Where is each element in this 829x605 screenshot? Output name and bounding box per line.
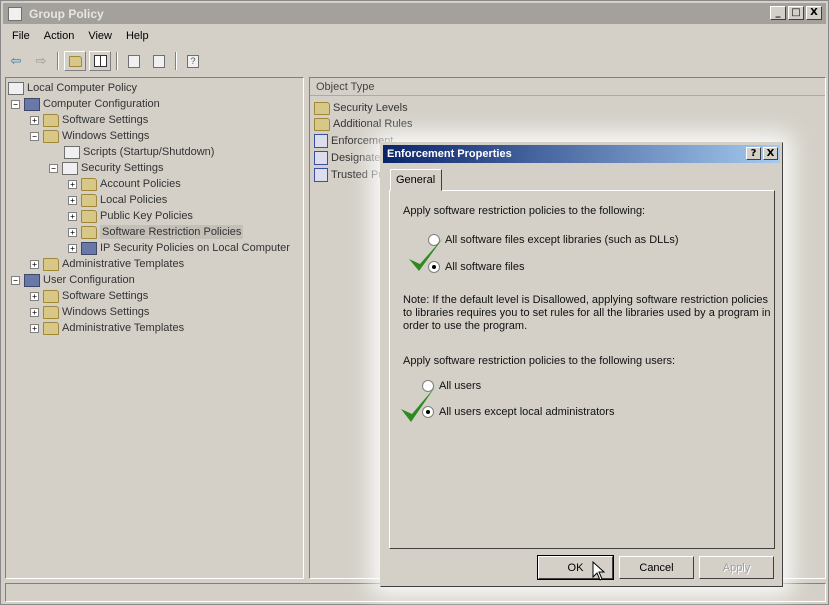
- folder-icon: [314, 117, 330, 131]
- user-icon: [24, 273, 40, 287]
- tree-item-local-policies[interactable]: + Local Policies: [68, 192, 167, 208]
- folder-icon: [81, 209, 97, 223]
- collapse-icon[interactable]: −: [11, 275, 20, 285]
- tree-item-uc-admin-templates[interactable]: + Administrative Templates: [30, 320, 184, 336]
- menu-view[interactable]: View: [81, 28, 119, 47]
- folder-icon: [43, 289, 59, 303]
- expand-icon[interactable]: +: [68, 227, 77, 237]
- collapse-icon[interactable]: −: [11, 99, 20, 109]
- dialog-help-button[interactable]: ?: [746, 147, 761, 160]
- list-item[interactable]: Trusted Pu: [314, 167, 384, 183]
- tree-item-public-key-policies[interactable]: + Public Key Policies: [68, 208, 193, 224]
- tree-item-uc-windows-settings[interactable]: + Windows Settings: [30, 304, 149, 320]
- dialog-titlebar[interactable]: Enforcement Properties ? X: [383, 145, 780, 163]
- tree-item-uc-software-settings[interactable]: + Software Settings: [30, 288, 148, 304]
- minimize-button[interactable]: _: [770, 6, 786, 20]
- green-checkmark-icon: [409, 238, 443, 271]
- mouse-cursor-icon: [592, 561, 606, 581]
- dialog-close-button[interactable]: X: [763, 147, 778, 160]
- column-header-object-type[interactable]: Object Type: [310, 78, 825, 96]
- properties-icon[interactable]: [123, 51, 145, 71]
- tree-item-cc-admin-templates[interactable]: + Administrative Templates: [30, 256, 184, 272]
- expand-icon[interactable]: +: [30, 323, 39, 333]
- cancel-button[interactable]: Cancel: [619, 556, 694, 579]
- radio-all-except-libraries[interactable]: All software files except libraries (suc…: [428, 234, 679, 246]
- section2-label: Apply software restriction policies to t…: [403, 355, 676, 367]
- tree-item-computer-config[interactable]: − Computer Configuration: [11, 96, 160, 112]
- menu-bar: File Action View Help: [5, 28, 156, 47]
- dialog-title: Enforcement Properties: [387, 148, 512, 160]
- folder-icon: [81, 177, 97, 191]
- policy-icon: [8, 81, 24, 95]
- maximize-button[interactable]: □: [788, 6, 804, 20]
- show-hide-tree-icon[interactable]: [89, 51, 111, 71]
- tab-general[interactable]: General: [390, 169, 442, 191]
- folder-icon: [43, 321, 59, 335]
- toolbar-separator: [57, 52, 59, 70]
- window-titlebar[interactable]: Group Policy _ □ X: [3, 3, 826, 24]
- tree-item-scripts[interactable]: Scripts (Startup/Shutdown): [64, 144, 214, 160]
- export-list-icon[interactable]: [148, 51, 170, 71]
- tree-item-account-policies[interactable]: + Account Policies: [68, 176, 181, 192]
- expand-icon[interactable]: +: [68, 211, 77, 221]
- toolbar-separator: [116, 52, 118, 70]
- help-icon[interactable]: ?: [182, 51, 204, 71]
- expand-icon[interactable]: +: [30, 307, 39, 317]
- tree-item-ip-security-policies[interactable]: + IP Security Policies on Local Computer: [68, 240, 290, 256]
- note-line-1: Note: If the default level is Disallowed…: [403, 294, 769, 306]
- policy-setting-icon: [314, 134, 328, 148]
- tree-item-cc-windows-settings[interactable]: − Windows Settings: [30, 128, 149, 144]
- expand-icon[interactable]: +: [68, 195, 77, 205]
- radio-all-users-except-admins[interactable]: All users except local administrators: [422, 406, 614, 418]
- apply-button[interactable]: Apply: [699, 556, 774, 579]
- ip-security-icon: [81, 241, 97, 255]
- note-line-3: order to use the program.: [403, 320, 528, 332]
- expand-icon[interactable]: +: [68, 243, 77, 253]
- app-icon: [8, 6, 22, 21]
- security-icon: [62, 161, 78, 175]
- policy-setting-icon: [314, 168, 328, 182]
- window-title: Group Policy: [29, 6, 104, 21]
- console-tree: Local Computer Policy − Computer Configu…: [5, 77, 304, 579]
- collapse-icon[interactable]: −: [30, 131, 39, 141]
- computer-icon: [24, 97, 40, 111]
- folder-icon: [314, 101, 330, 115]
- back-icon[interactable]: ⇦: [5, 51, 27, 71]
- forward-icon[interactable]: ⇨: [30, 51, 52, 71]
- note-line-2: to libraries requires you to set rules f…: [403, 307, 771, 319]
- menu-help[interactable]: Help: [119, 28, 156, 47]
- green-checkmark-icon: [401, 387, 435, 422]
- menu-action[interactable]: Action: [37, 28, 82, 47]
- list-item[interactable]: Designated: [314, 150, 387, 166]
- script-icon: [64, 145, 80, 159]
- policy-setting-icon: [314, 151, 328, 165]
- tree-item-software-restriction-policies[interactable]: + Software Restriction Policies: [68, 224, 244, 240]
- open-folder-icon: [81, 225, 97, 239]
- list-item[interactable]: Security Levels: [314, 100, 408, 116]
- expand-icon[interactable]: +: [30, 291, 39, 301]
- folder-icon: [43, 113, 59, 127]
- expand-icon[interactable]: +: [68, 179, 77, 189]
- expand-icon[interactable]: +: [30, 259, 39, 269]
- folder-icon: [43, 129, 59, 143]
- list-item[interactable]: Additional Rules: [314, 116, 413, 132]
- tree-item-user-config[interactable]: − User Configuration: [11, 272, 135, 288]
- collapse-icon[interactable]: −: [49, 163, 58, 173]
- expand-icon[interactable]: +: [30, 115, 39, 125]
- menu-file[interactable]: File: [5, 28, 37, 47]
- folder-icon: [43, 305, 59, 319]
- toolbar: ⇦ ⇨ ?: [5, 50, 204, 72]
- enforcement-properties-dialog: Enforcement Properties ? X General Apply…: [380, 142, 783, 587]
- close-button[interactable]: X: [806, 6, 822, 20]
- section1-label: Apply software restriction policies to t…: [403, 205, 646, 217]
- tree-item-cc-software-settings[interactable]: + Software Settings: [30, 112, 148, 128]
- folder-icon: [43, 257, 59, 271]
- toolbar-separator: [175, 52, 177, 70]
- folder-icon: [81, 193, 97, 207]
- tree-item-root[interactable]: Local Computer Policy: [8, 80, 137, 96]
- tree-item-security-settings[interactable]: − Security Settings: [49, 160, 164, 176]
- up-folder-icon[interactable]: [64, 51, 86, 71]
